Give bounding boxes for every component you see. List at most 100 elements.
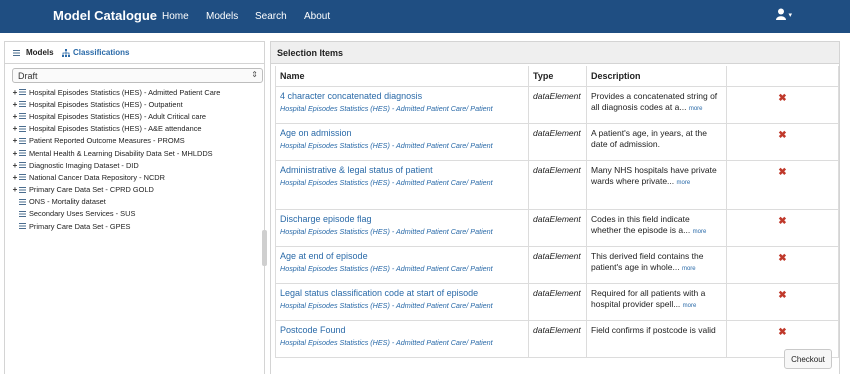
item-path-link[interactable]: Hospital Episodes Statistics (HES) - Adm… [280,226,524,237]
status-select[interactable]: Draft ⇕ [12,68,263,83]
expand-icon[interactable]: + [12,185,18,194]
tree-item[interactable]: + Diagnostic Imaging Dataset - DID [12,159,262,171]
app-brand[interactable]: Model Catalogue [53,8,157,23]
checkout-button[interactable]: Checkout [784,349,832,369]
tree-item-label[interactable]: Hospital Episodes Statistics (HES) - A&E… [29,124,202,133]
tree-item-label[interactable]: Hospital Episodes Statistics (HES) - Adu… [29,112,206,121]
tree-item-label[interactable]: Diagnostic Imaging Dataset - DID [29,161,139,170]
user-icon [776,8,787,20]
table-row: Administrative & legal status of patient… [275,159,839,210]
item-path-link[interactable]: Hospital Episodes Statistics (HES) - Adm… [280,337,524,348]
cell-actions: ✖ [726,282,839,321]
remove-icon[interactable]: ✖ [778,216,786,227]
tree-item[interactable]: + Hospital Episodes Statistics (HES) - Ad… [12,110,262,122]
sitemap-icon [62,48,70,57]
table-row: Legal status classification code at star… [275,282,839,321]
cell-name: Age on admission Hospital Episodes Statis… [275,122,529,161]
remove-icon[interactable]: ✖ [778,290,786,301]
cell-actions: ✖ [726,208,839,247]
expand-icon[interactable]: + [12,88,18,97]
cell-name: Postcode Found Hospital Episodes Statisti… [275,319,529,358]
tree-item[interactable]: + Mental Health & Learning Disability Dat… [12,147,262,159]
more-link[interactable]: more [677,180,691,186]
cell-description: This derived field contains the patient'… [586,245,727,284]
cell-type: dataElement [528,245,587,284]
item-path-link[interactable]: Hospital Episodes Statistics (HES) - Adm… [280,140,524,151]
item-name-link[interactable]: Age at end of episode [280,251,524,262]
cell-description: Field confirms if postcode is valid [586,319,727,358]
more-link[interactable]: more [683,303,697,309]
cell-type: dataElement [528,159,587,210]
description-text: Many NHS hospitals have private wards wh… [591,164,717,186]
tree-item-label[interactable]: Secondary Uses Services - SUS [29,209,135,218]
select-arrows-icon: ⇕ [251,70,258,79]
tree-item-label[interactable]: ONS - Mortality dataset [29,197,106,206]
item-name-link[interactable]: Administrative & legal status of patient [280,165,524,176]
item-path-link[interactable]: Hospital Episodes Statistics (HES) - Adm… [280,103,524,114]
user-menu[interactable]: ▾ [776,8,792,20]
column-header-description: Description [586,66,727,87]
more-link[interactable]: more [682,266,696,272]
remove-icon[interactable]: ✖ [778,93,786,104]
tree-item[interactable]: + Patient Reported Outcome Measures - PRO… [12,135,262,147]
nav-link-search[interactable]: Search [255,11,287,22]
tree-item-label[interactable]: Hospital Episodes Statistics (HES) - Out… [29,100,183,109]
table-row: Age at end of episode Hospital Episodes S… [275,245,839,284]
tree-item[interactable]: Primary Care Data Set - GPES [12,220,262,232]
tab-classifications[interactable]: Classifications [62,48,129,57]
tree-item[interactable]: + Hospital Episodes Statistics (HES) - Ou… [12,98,262,110]
tab-models[interactable]: Models [13,48,54,57]
more-link[interactable]: more [689,106,703,112]
tree-item[interactable]: + Hospital Episodes Statistics (HES) - Ad… [12,86,262,98]
cell-actions: ✖ [726,122,839,161]
cell-type: dataElement [528,319,587,358]
item-name-link[interactable]: Legal status classification code at star… [280,288,524,299]
tree-item-label[interactable]: Primary Care Data Set - GPES [29,222,130,231]
expand-icon[interactable]: + [12,112,18,121]
item-name-link[interactable]: 4 character concatenated diagnosis [280,91,524,102]
expand-icon[interactable]: + [12,136,18,145]
table-row: Age on admission Hospital Episodes Statis… [275,122,839,161]
sidebar-panel: Models Classifications Draft ⇕ + Hospital… [4,41,265,374]
nav-link-about[interactable]: About [304,11,330,22]
remove-icon[interactable]: ✖ [778,167,786,178]
item-name-link[interactable]: Discharge episode flag [280,214,524,225]
table-row: 4 character concatenated diagnosis Hospit… [275,85,839,124]
more-link[interactable]: more [693,229,707,235]
tree-item-label[interactable]: Patient Reported Outcome Measures - PROM… [29,136,185,145]
expand-icon[interactable]: + [12,124,18,133]
tree-item[interactable]: + Hospital Episodes Statistics (HES) - A&… [12,123,262,135]
item-name-link[interactable]: Postcode Found [280,325,524,336]
item-path-link[interactable]: Hospital Episodes Statistics (HES) - Adm… [280,263,524,274]
top-navbar: Model Catalogue Home Models Search About… [0,0,850,33]
panel-resize-handle[interactable] [262,230,267,266]
remove-icon[interactable]: ✖ [778,253,786,264]
chevron-down-icon: ▾ [788,12,792,19]
item-name-link[interactable]: Age on admission [280,128,524,139]
cell-type: dataElement [528,208,587,247]
list-icon [19,186,26,193]
item-path-link[interactable]: Hospital Episodes Statistics (HES) - Adm… [280,177,524,188]
remove-icon[interactable]: ✖ [778,327,786,338]
tree-item-label[interactable]: National Cancer Data Repository - NCDR [29,173,165,182]
tree-item-label[interactable]: Primary Care Data Set - CPRD GOLD [29,185,154,194]
status-select-value: Draft [18,71,38,81]
tree-item[interactable]: ONS - Mortality dataset [12,196,262,208]
tree-item[interactable]: + National Cancer Data Repository - NCDR [12,171,262,183]
item-path-link[interactable]: Hospital Episodes Statistics (HES) - Adm… [280,300,524,311]
expand-icon[interactable]: + [12,173,18,182]
expand-icon[interactable]: + [12,149,18,158]
nav-link-home[interactable]: Home [162,11,189,22]
expand-icon[interactable]: + [12,161,18,170]
tree-item[interactable]: Secondary Uses Services - SUS [12,208,262,220]
tree-item[interactable]: + Primary Care Data Set - CPRD GOLD [12,184,262,196]
panel-title: Selection Items [271,42,839,64]
tree-item-label[interactable]: Mental Health & Learning Disability Data… [29,149,213,158]
table-row: Discharge episode flag Hospital Episodes … [275,208,839,247]
description-text: A patient's age, in years, at the date o… [591,127,707,149]
nav-link-models[interactable]: Models [206,11,238,22]
cell-description: Provides a concatenated string of all di… [586,85,727,124]
remove-icon[interactable]: ✖ [778,130,786,141]
tree-item-label[interactable]: Hospital Episodes Statistics (HES) - Adm… [29,88,220,97]
expand-icon[interactable]: + [12,100,18,109]
